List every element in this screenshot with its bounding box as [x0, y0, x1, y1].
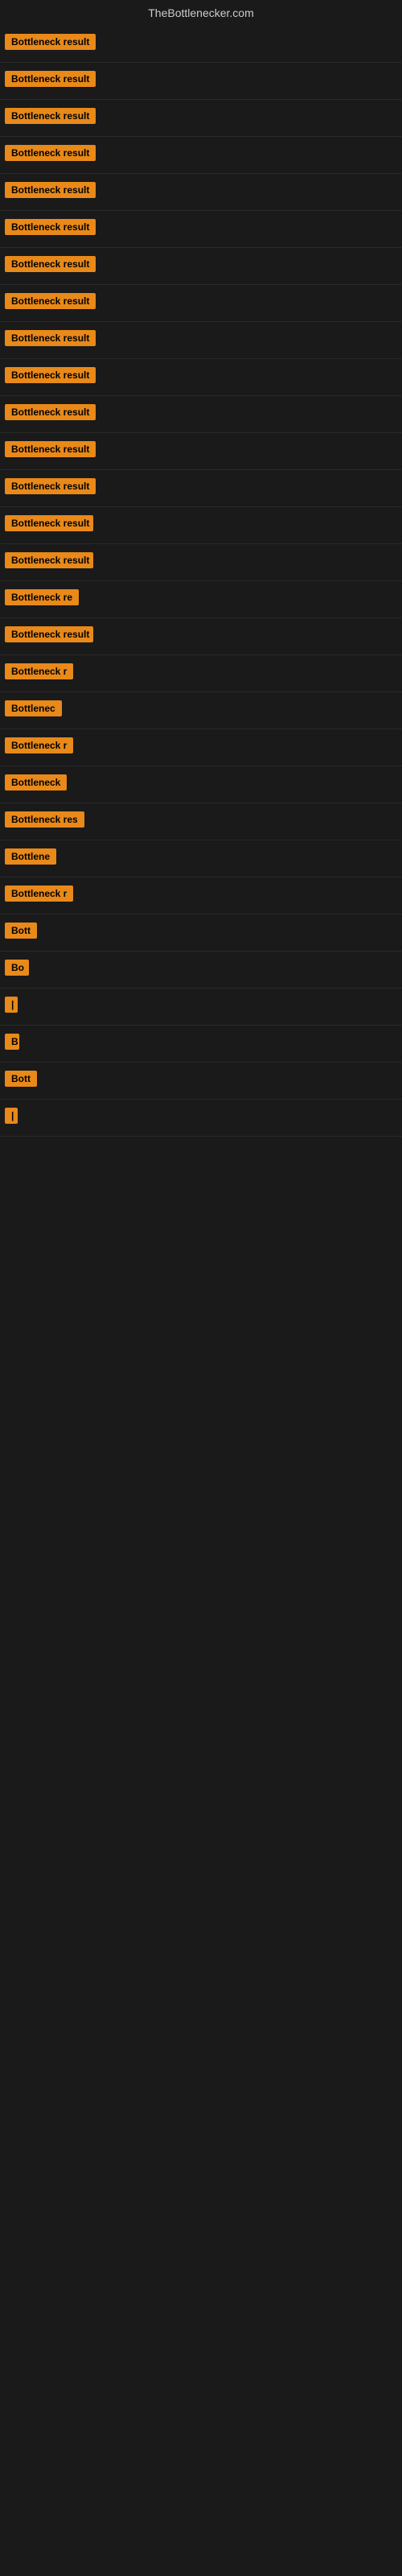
bottleneck-badge[interactable]: Bott: [5, 923, 37, 939]
site-title: TheBottlenecker.com: [0, 0, 402, 26]
list-item[interactable]: Bottleneck re: [5, 589, 397, 609]
list-item[interactable]: B: [5, 1034, 397, 1054]
bottleneck-badge[interactable]: Bott: [5, 1071, 37, 1087]
list-item[interactable]: Bo: [5, 960, 397, 980]
bottleneck-badge[interactable]: B: [5, 1034, 19, 1050]
bottleneck-section-15: Bottleneck result: [0, 544, 402, 581]
bottleneck-badge[interactable]: Bottleneck res: [5, 811, 84, 828]
site-title-text: TheBottlenecker.com: [148, 6, 254, 19]
bottleneck-section-16: Bottleneck re: [0, 581, 402, 618]
bottleneck-section-10: Bottleneck result: [0, 359, 402, 396]
bottleneck-badge[interactable]: Bottleneck result: [5, 71, 96, 87]
bottleneck-section-5: Bottleneck result: [0, 174, 402, 211]
bottleneck-badge[interactable]: Bottleneck result: [5, 256, 96, 272]
bottleneck-section-3: Bottleneck result: [0, 100, 402, 137]
list-item[interactable]: Bottleneck result: [5, 34, 397, 54]
bottleneck-badge[interactable]: Bottleneck result: [5, 145, 96, 161]
bottleneck-badge[interactable]: Bottleneck re: [5, 589, 79, 605]
list-item[interactable]: Bottleneck result: [5, 108, 397, 128]
list-item[interactable]: Bottlenec: [5, 700, 397, 720]
list-item[interactable]: |: [5, 997, 397, 1017]
bottleneck-badge[interactable]: Bottleneck: [5, 774, 67, 791]
bottleneck-section-12: Bottleneck result: [0, 433, 402, 470]
list-item[interactable]: Bottleneck result: [5, 552, 397, 572]
list-item[interactable]: Bottleneck r: [5, 886, 397, 906]
bottleneck-section-28: B: [0, 1026, 402, 1063]
list-item[interactable]: Bottleneck r: [5, 663, 397, 683]
bottleneck-section-6: Bottleneck result: [0, 211, 402, 248]
bottleneck-section-4: Bottleneck result: [0, 137, 402, 174]
bottleneck-section-13: Bottleneck result: [0, 470, 402, 507]
list-item[interactable]: |: [5, 1108, 397, 1128]
list-item[interactable]: Bottleneck result: [5, 293, 397, 313]
list-item[interactable]: Bottleneck: [5, 774, 397, 795]
bottleneck-section-19: Bottlenec: [0, 692, 402, 729]
list-item[interactable]: Bottlene: [5, 848, 397, 869]
bottleneck-badge[interactable]: Bottleneck r: [5, 886, 73, 902]
list-item[interactable]: Bottleneck result: [5, 478, 397, 498]
bottleneck-section-17: Bottleneck result: [0, 618, 402, 655]
bottleneck-badge[interactable]: Bottleneck r: [5, 737, 73, 753]
bottleneck-badge[interactable]: Bottleneck result: [5, 108, 96, 124]
bottleneck-section-20: Bottleneck r: [0, 729, 402, 766]
list-item[interactable]: Bottleneck result: [5, 219, 397, 239]
bottleneck-badge[interactable]: Bottleneck result: [5, 478, 96, 494]
bottleneck-badge[interactable]: Bottleneck result: [5, 182, 96, 198]
bottleneck-badge[interactable]: Bottlenec: [5, 700, 62, 716]
bottleneck-badge[interactable]: Bottleneck result: [5, 441, 96, 457]
bottleneck-badge[interactable]: Bottlene: [5, 848, 56, 865]
bottleneck-section-21: Bottleneck: [0, 766, 402, 803]
bottleneck-section-8: Bottleneck result: [0, 285, 402, 322]
list-item[interactable]: Bottleneck result: [5, 71, 397, 91]
bottleneck-section-26: Bo: [0, 952, 402, 989]
bottleneck-section-9: Bottleneck result: [0, 322, 402, 359]
list-item[interactable]: Bottleneck result: [5, 367, 397, 387]
bottleneck-section-27: |: [0, 989, 402, 1026]
bottleneck-badge[interactable]: Bottleneck result: [5, 552, 93, 568]
bottleneck-badge[interactable]: Bottleneck result: [5, 34, 96, 50]
bottleneck-badge[interactable]: |: [5, 997, 18, 1013]
list-item[interactable]: Bottleneck result: [5, 626, 397, 646]
list-item[interactable]: Bottleneck result: [5, 404, 397, 424]
bottleneck-badge[interactable]: Bottleneck result: [5, 219, 96, 235]
bottleneck-badge[interactable]: Bottleneck result: [5, 293, 96, 309]
bottleneck-badge[interactable]: Bottleneck r: [5, 663, 73, 679]
bottleneck-section-30: |: [0, 1100, 402, 1137]
bottleneck-section-23: Bottlene: [0, 840, 402, 877]
bottleneck-section-2: Bottleneck result: [0, 63, 402, 100]
bottleneck-badge[interactable]: Bottleneck result: [5, 404, 96, 420]
bottleneck-badge[interactable]: Bottleneck result: [5, 330, 96, 346]
list-item[interactable]: Bottleneck res: [5, 811, 397, 832]
bottleneck-badge[interactable]: Bo: [5, 960, 29, 976]
bottleneck-badge[interactable]: Bottleneck result: [5, 626, 93, 642]
bottleneck-section-18: Bottleneck r: [0, 655, 402, 692]
bottleneck-section-14: Bottleneck result: [0, 507, 402, 544]
bottleneck-section-29: Bott: [0, 1063, 402, 1100]
list-item[interactable]: Bottleneck result: [5, 330, 397, 350]
bottleneck-section-24: Bottleneck r: [0, 877, 402, 914]
list-item[interactable]: Bott: [5, 1071, 397, 1091]
list-item[interactable]: Bottleneck result: [5, 515, 397, 535]
bottleneck-section-25: Bott: [0, 914, 402, 952]
list-item[interactable]: Bottleneck r: [5, 737, 397, 758]
list-item[interactable]: Bottleneck result: [5, 256, 397, 276]
bottleneck-section-1: Bottleneck result: [0, 26, 402, 63]
bottleneck-badge[interactable]: Bottleneck result: [5, 367, 96, 383]
list-item[interactable]: Bottleneck result: [5, 441, 397, 461]
list-item[interactable]: Bott: [5, 923, 397, 943]
list-item[interactable]: Bottleneck result: [5, 145, 397, 165]
bottleneck-section-7: Bottleneck result: [0, 248, 402, 285]
bottleneck-section-11: Bottleneck result: [0, 396, 402, 433]
list-item[interactable]: Bottleneck result: [5, 182, 397, 202]
bottleneck-badge[interactable]: |: [5, 1108, 18, 1124]
bottleneck-section-22: Bottleneck res: [0, 803, 402, 840]
bottleneck-badge[interactable]: Bottleneck result: [5, 515, 93, 531]
